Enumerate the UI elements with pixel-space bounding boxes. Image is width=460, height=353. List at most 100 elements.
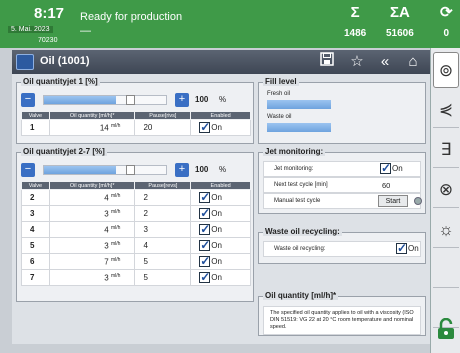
jet27-table: Valve Oil quantity [ml/h]* Pause[revs] E… bbox=[21, 181, 251, 286]
jet-monitoring-label: Jet monitoring: bbox=[274, 166, 314, 172]
oil-quantity-cell[interactable]: 4 ml/h bbox=[48, 221, 136, 238]
enabled-checkbox[interactable]: ✓On bbox=[190, 205, 251, 222]
check-icon: ✓ bbox=[380, 161, 392, 175]
oil-quantity-cell[interactable]: 14 ml/h bbox=[48, 119, 136, 136]
recycling-label: Waste oil recycling: bbox=[274, 246, 326, 252]
oil-quantity-cell[interactable]: 7 ml/h bbox=[48, 253, 136, 270]
col-enabled: Enabled bbox=[190, 181, 251, 190]
needle-lubrication-icon[interactable]: ∃ bbox=[433, 132, 459, 168]
check-icon: ✓ bbox=[199, 270, 211, 284]
col-oil-quantity: Oil quantity [ml/h]* bbox=[48, 111, 136, 120]
oil-quantity-cell[interactable]: 4 ml/h bbox=[48, 189, 136, 206]
next-test-cycle-label: Next test cycle [min] bbox=[274, 182, 328, 188]
jet-monitoring-checkbox[interactable]: ✓On bbox=[380, 161, 403, 175]
fresh-oil-label: Fresh oil bbox=[267, 91, 291, 97]
lock-icon[interactable] bbox=[436, 317, 456, 340]
pause-cell[interactable]: 5 bbox=[134, 269, 192, 286]
manual-test-cycle-row: Manual test cycle Start bbox=[263, 193, 422, 209]
fill-level-panel: Fill level Fresh oil Waste oil bbox=[258, 77, 426, 144]
oil-quantity-cell[interactable]: 3 ml/h bbox=[48, 205, 136, 222]
jet1-percent-value: 100 bbox=[195, 95, 209, 104]
valve-number: 4 bbox=[21, 221, 50, 238]
pause-cell[interactable]: 4 bbox=[134, 237, 192, 254]
counter-total[interactable]: Σ 1486 bbox=[344, 4, 366, 39]
oil-quantity-note-title: Oil quantity [ml/h]* bbox=[263, 291, 339, 300]
valve-number: 3 bbox=[21, 205, 50, 222]
col-enabled: Enabled bbox=[190, 111, 251, 120]
recycling-checkbox[interactable]: ✓On bbox=[396, 242, 419, 254]
home-icon[interactable]: ⌂ bbox=[402, 52, 424, 72]
col-pause: Pause[revs] bbox=[134, 181, 192, 190]
status-bar: 8:17 5. Mai. 2023 70230 Ready for produc… bbox=[0, 0, 460, 48]
manual-test-cycle-label: Manual test cycle bbox=[274, 198, 321, 204]
start-button[interactable]: Start bbox=[378, 195, 408, 207]
counter-cycle[interactable]: ⟳ 0 bbox=[440, 4, 453, 39]
enabled-checkbox[interactable]: ✓On bbox=[190, 237, 251, 254]
enabled-checkbox[interactable]: ✓On bbox=[190, 269, 251, 286]
table-row: 3 3 ml/h 2 ✓On bbox=[21, 205, 251, 222]
pause-cell[interactable]: 20 bbox=[134, 119, 192, 136]
production-status: Ready for production bbox=[80, 11, 183, 23]
counter-order[interactable]: ΣA 51606 bbox=[386, 4, 414, 39]
refresh-icon: ⟳ bbox=[440, 4, 453, 21]
pause-cell[interactable]: 3 bbox=[134, 221, 192, 238]
sidebar-empty-1[interactable] bbox=[433, 252, 459, 288]
favorite-star-icon[interactable]: ☆ bbox=[346, 52, 368, 72]
col-oil-quantity: Oil quantity [ml/h]* bbox=[48, 181, 136, 190]
save-icon[interactable] bbox=[316, 52, 338, 72]
jet27-percent-unit: % bbox=[219, 165, 227, 174]
jet1-decrease-button[interactable]: − bbox=[21, 93, 35, 107]
check-icon: ✓ bbox=[199, 190, 211, 204]
jet27-increase-button[interactable]: + bbox=[175, 163, 189, 177]
valve-number: 2 bbox=[21, 189, 50, 206]
status-led-icon bbox=[414, 197, 422, 205]
check-icon: ✓ bbox=[199, 120, 211, 134]
back-double-chevron-icon[interactable]: « bbox=[374, 52, 396, 72]
jet27-decrease-button[interactable]: − bbox=[21, 163, 35, 177]
oil-module-icon bbox=[16, 54, 34, 70]
valve-number: 7 bbox=[21, 269, 50, 286]
table-row: 1 14 ml/h 20 ✓On bbox=[21, 119, 251, 136]
enabled-checkbox[interactable]: ✓On bbox=[190, 253, 251, 270]
enabled-checkbox[interactable]: ✓On bbox=[190, 119, 251, 136]
machine-code: 70230 bbox=[38, 37, 58, 44]
enabled-checkbox[interactable]: ✓On bbox=[190, 221, 251, 238]
pause-cell[interactable]: 2 bbox=[134, 189, 192, 206]
window-titlebar: Oil (1001) ☆ « ⌂ bbox=[12, 50, 430, 74]
jet-monitoring-row: Jet monitoring: ✓On bbox=[263, 161, 421, 177]
jet27-slider[interactable] bbox=[43, 165, 167, 175]
jet1-panel: Oil quantityjet 1 [%] − + 100 % Valve Oi… bbox=[16, 77, 254, 144]
spray-jets-icon[interactable]: ⋞ bbox=[433, 92, 459, 128]
jet1-slider-thumb[interactable] bbox=[126, 95, 135, 105]
light-icon[interactable]: ☼ bbox=[433, 212, 459, 248]
pause-cell[interactable]: 5 bbox=[134, 253, 192, 270]
jet-monitoring-panel: Jet monitoring: Jet monitoring: ✓On Next… bbox=[258, 147, 426, 214]
jet1-slider-row: − + 100 % bbox=[21, 93, 249, 107]
recycling-panel: Waste oil recycling: Waste oil recycling… bbox=[258, 227, 426, 264]
col-valve: Valve bbox=[21, 111, 50, 120]
table-row: 2 4 ml/h 2 ✓On bbox=[21, 189, 251, 206]
check-icon: ✓ bbox=[199, 206, 211, 220]
main-content: Oil quantityjet 1 [%] − + 100 % Valve Oi… bbox=[12, 74, 430, 344]
date: 5. Mai. 2023 bbox=[8, 26, 53, 33]
jet27-slider-thumb[interactable] bbox=[126, 165, 135, 175]
next-test-cycle-value[interactable]: 60 bbox=[382, 181, 390, 190]
oil-quantity-cell[interactable]: 3 ml/h bbox=[48, 269, 136, 286]
jet-monitoring-title: Jet monitoring: bbox=[263, 147, 326, 156]
table-row: 7 3 ml/h 5 ✓On bbox=[21, 269, 251, 286]
steering-wheel-icon[interactable]: ⊗ bbox=[433, 172, 459, 208]
pause-cell[interactable]: 2 bbox=[134, 205, 192, 222]
jet27-slider-fill bbox=[44, 166, 116, 174]
oil-lubrication-icon[interactable]: ⊚ bbox=[433, 52, 459, 88]
waste-oil-label: Waste oil bbox=[267, 114, 292, 120]
jet27-title: Oil quantityjet 2-7 [%] bbox=[21, 147, 107, 156]
waste-oil-level-bar bbox=[267, 123, 331, 132]
fill-level-title: Fill level bbox=[263, 77, 299, 86]
enabled-checkbox[interactable]: ✓On bbox=[190, 189, 251, 206]
production-substatus: — bbox=[80, 25, 91, 37]
oil-quantity-cell[interactable]: 3 ml/h bbox=[48, 237, 136, 254]
jet1-table: Valve Oil quantity [ml/h]* Pause[rivs] E… bbox=[21, 111, 251, 136]
jet1-percent-unit: % bbox=[219, 95, 227, 104]
jet1-increase-button[interactable]: + bbox=[175, 93, 189, 107]
jet1-slider[interactable] bbox=[43, 95, 167, 105]
